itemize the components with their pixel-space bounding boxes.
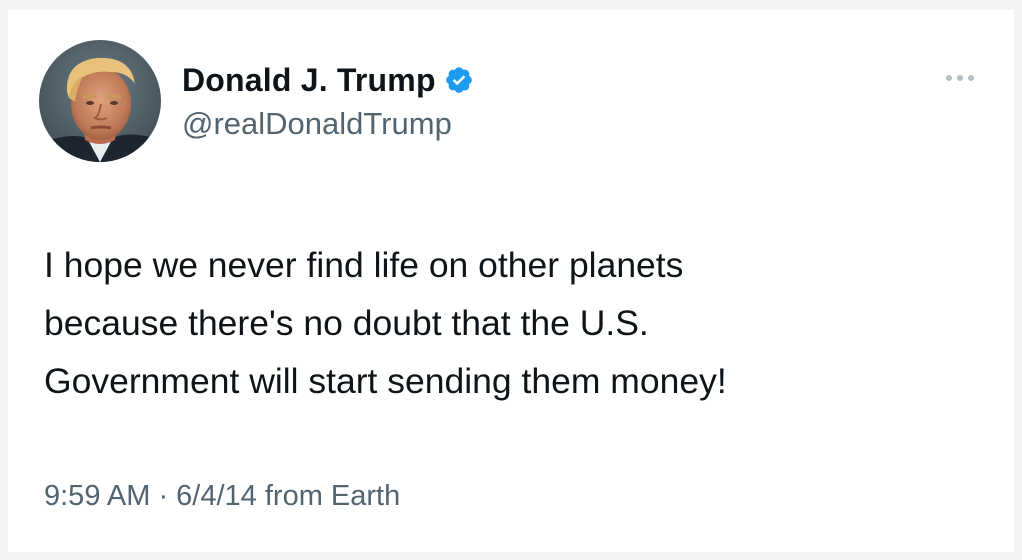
avatar[interactable] (39, 40, 161, 162)
more-options-icon[interactable] (940, 68, 980, 88)
tweet-timestamp[interactable]: 9:59 AM · 6/4/14 from Earth (44, 480, 400, 513)
display-name[interactable]: Donald J. Trump (182, 62, 436, 99)
author-handle[interactable]: @realDonaldTrump (182, 106, 452, 142)
tweet-text-line: Government will start sending them money… (44, 361, 727, 401)
tweet-text: I hope we never find life on other plane… (44, 236, 984, 410)
author-name-row[interactable]: Donald J. Trump (182, 58, 474, 102)
more-dot (946, 75, 952, 81)
avatar-image (39, 40, 161, 162)
verified-badge-icon (444, 65, 474, 95)
more-dot (957, 75, 963, 81)
more-dot (968, 75, 974, 81)
tweet-card: Donald J. Trump @realDonaldTrump I hope … (8, 10, 1014, 552)
tweet-text-line: because there's no doubt that the U.S. (44, 303, 649, 343)
tweet-text-line: I hope we never find life on other plane… (44, 245, 684, 285)
